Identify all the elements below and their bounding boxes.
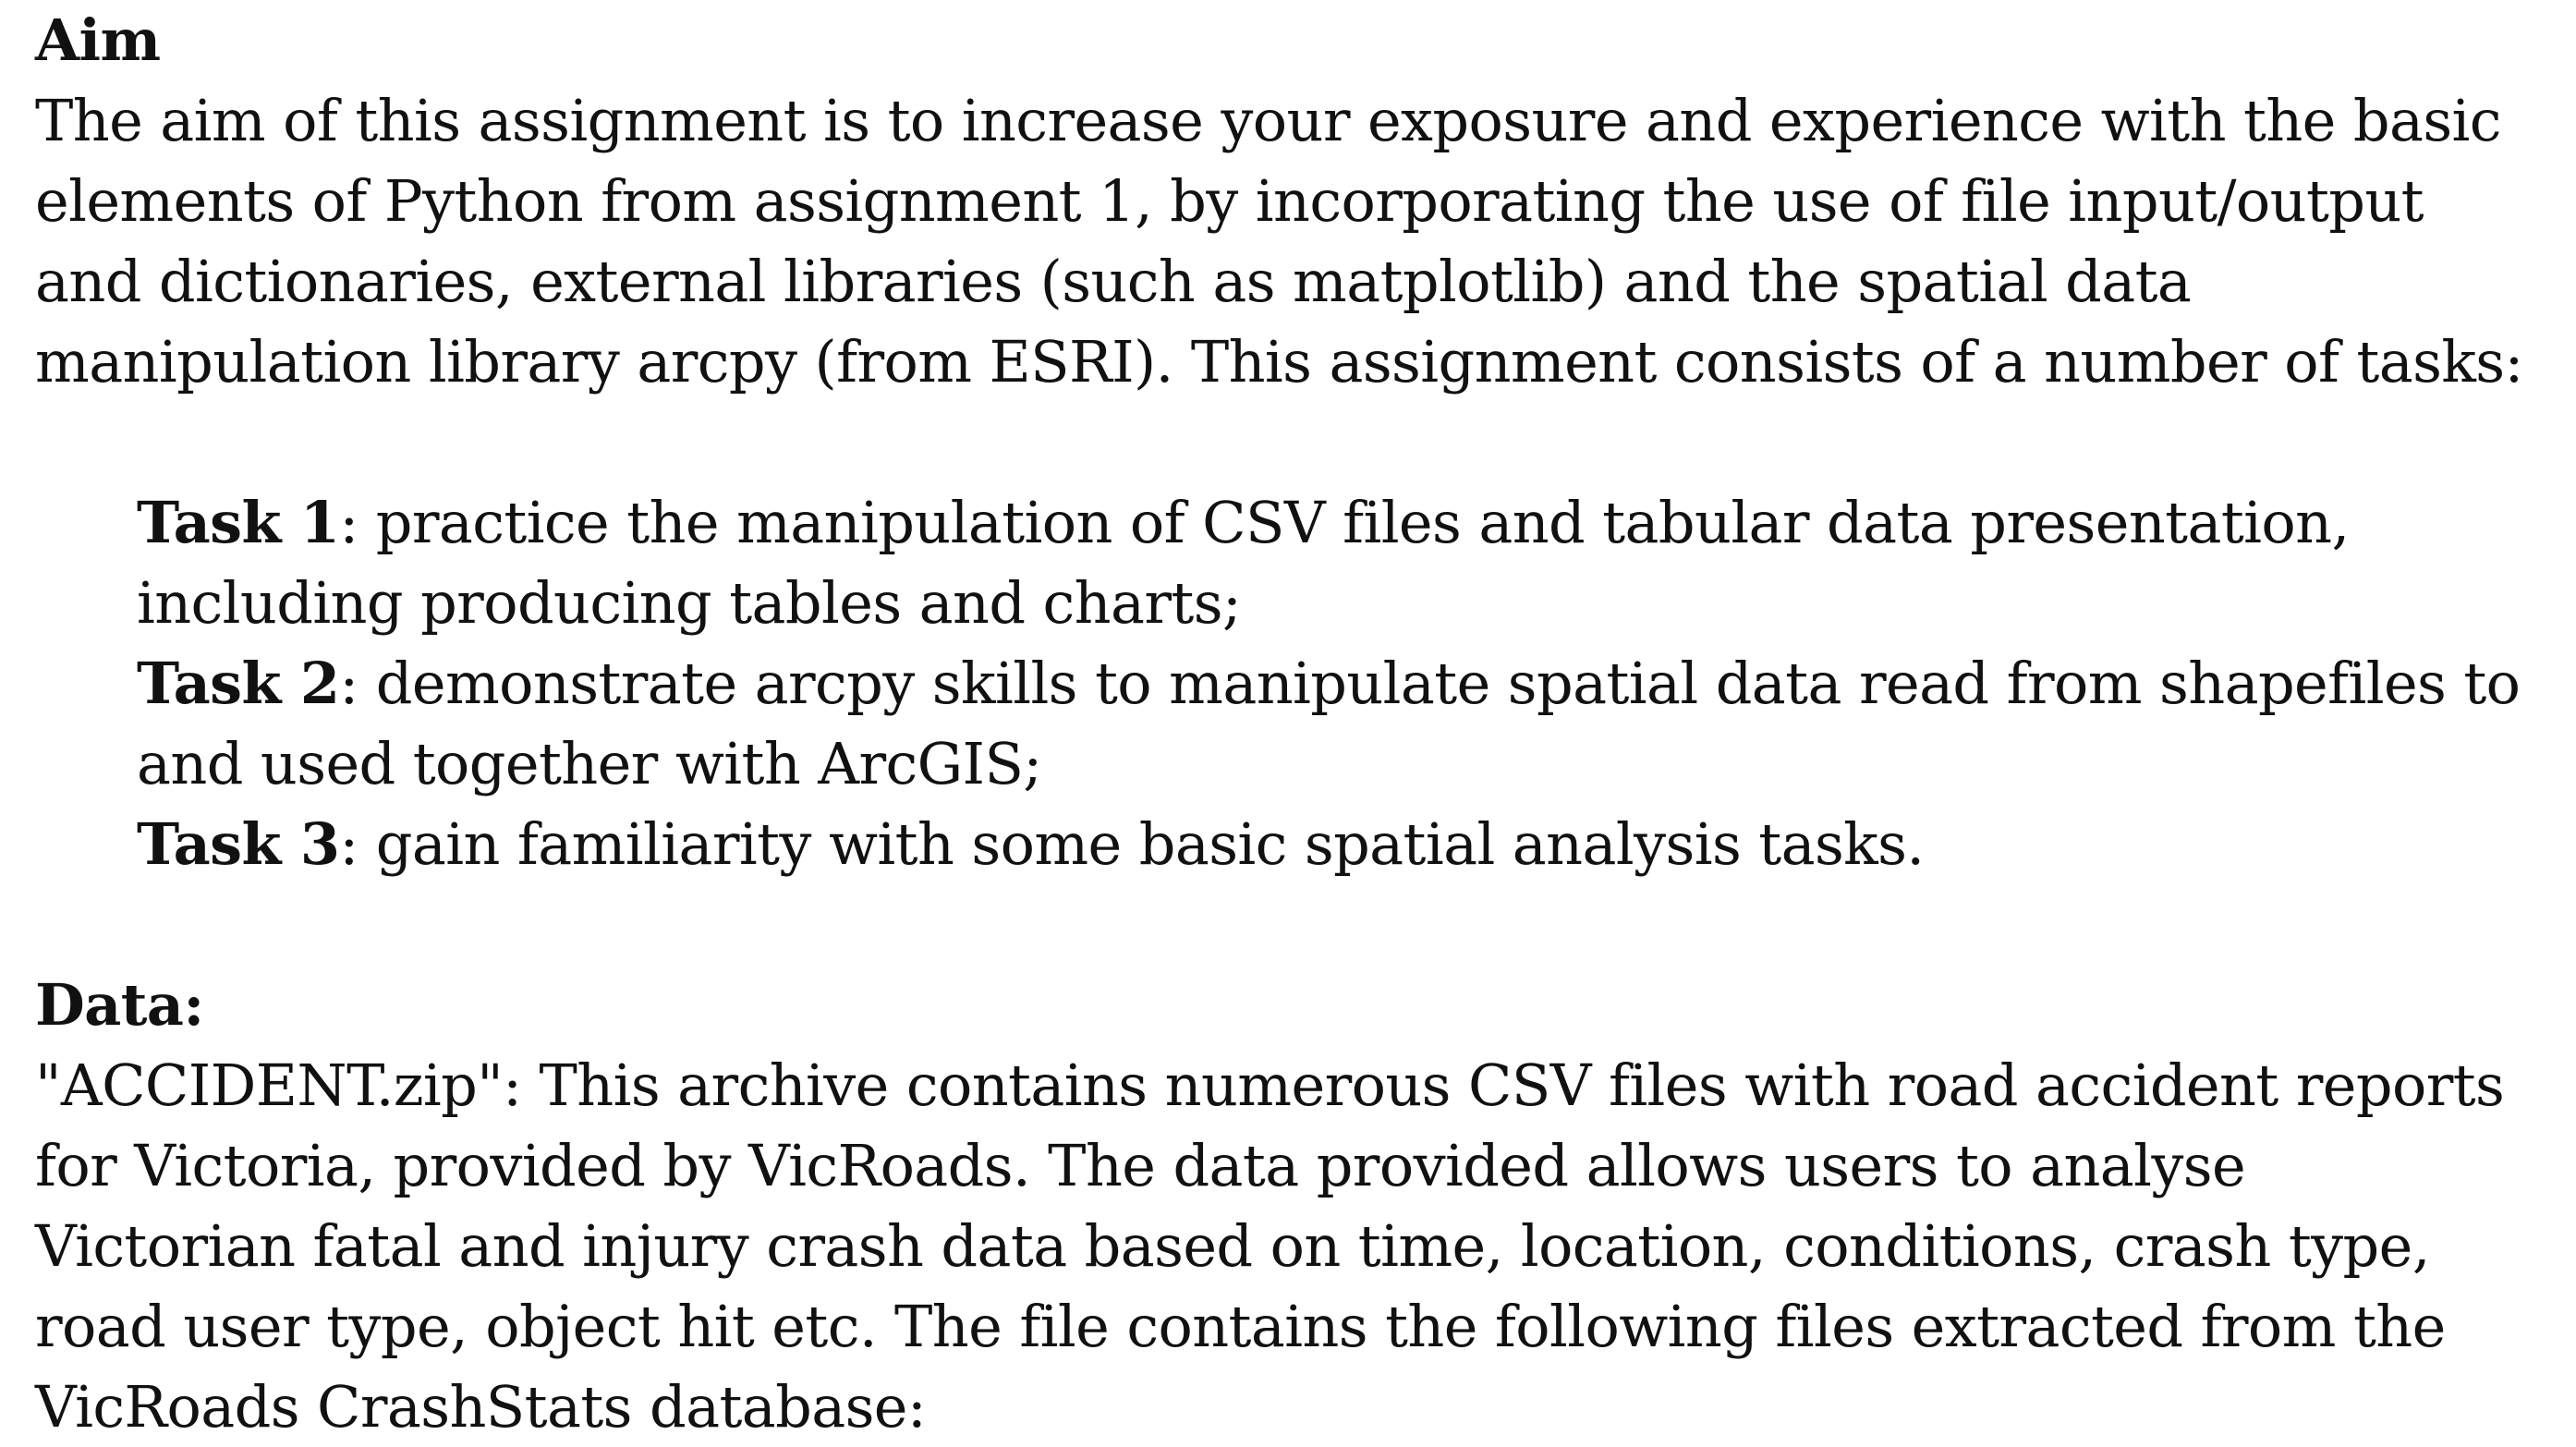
data-paragraph-line: road user type, object hit etc. The file… [35,1293,2446,1360]
aim-paragraph-line: elements of Python from assignment 1, by… [35,167,2424,235]
aim-paragraph-line: and dictionaries, external libraries (su… [35,248,2192,315]
data-paragraph-line: Victorian fatal and injury crash data ba… [35,1212,2430,1280]
data-heading: Data: [35,971,204,1039]
task-1-label: Task 1 [137,489,340,556]
task-2-continuation: and used together with ArcGIS; [137,730,1042,797]
task-1-line: Task 1: practice the manipulation of CSV… [35,482,2567,563]
aim-paragraph-line: The aim of this assignment is to increas… [35,87,2501,154]
task-2-label: Task 2 [137,650,340,717]
aim-heading: Aim [35,6,161,74]
task-3-label: Task 3 [137,810,340,878]
data-paragraph-line: for Victoria, provided by VicRoads. The … [35,1132,2246,1199]
task-3-line: Task 3: gain familiarity with some basic… [35,804,2567,884]
task-3-text: : gain familiarity with some basic spati… [339,810,1925,878]
task-1-continuation: including producing tables and charts; [137,569,1242,637]
data-paragraph-line: "ACCIDENT.zip": This archive contains nu… [35,1052,2505,1119]
aim-paragraph-line: manipulation library arcpy (from ESRI). … [35,328,2523,395]
task-2-text: : demonstrate arcpy skills to manipulate… [339,650,2521,717]
task-2-line: Task 2: demonstrate arcpy skills to mani… [35,643,2567,724]
document-page: Aim The aim of this assignment is to inc… [35,0,2567,1447]
task-1-text: : practice the manipulation of CSV files… [339,489,2350,556]
data-paragraph-line: VicRoads CrashStats database: [35,1373,927,1441]
